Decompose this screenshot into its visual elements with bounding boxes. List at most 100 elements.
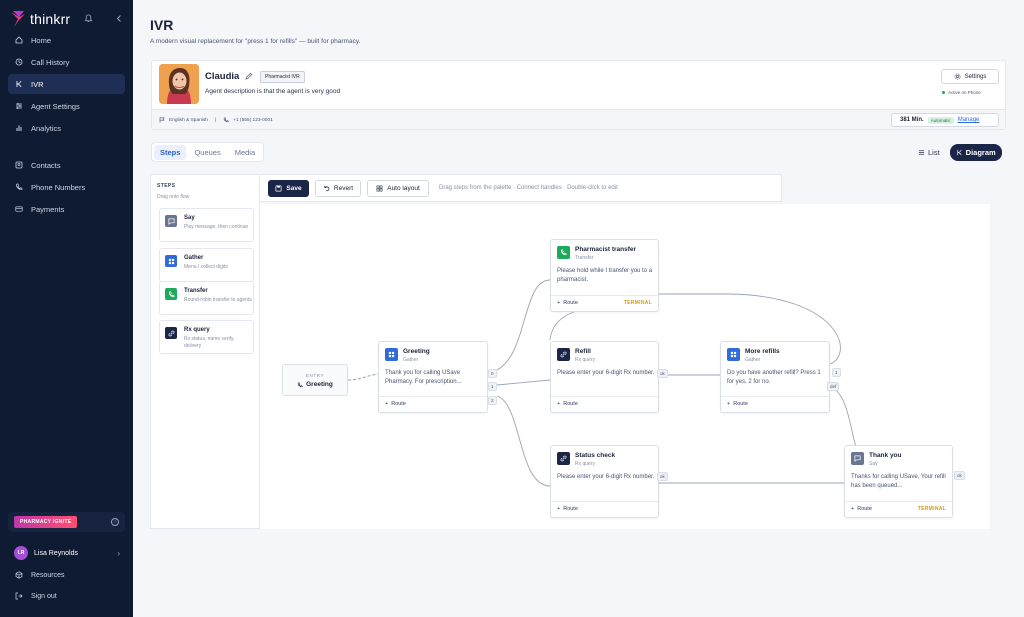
save-button[interactable]: Save	[268, 180, 309, 197]
node-greeting[interactable]: Greeting Gather Thank you for calling USa…	[378, 341, 488, 413]
node-body: Thank you for calling USave Pharmacy. Fo…	[385, 370, 462, 385]
node-pharmacist-transfer[interactable]: Pharmacist transfer Transfer Please hold …	[550, 239, 659, 312]
node-thank-you[interactable]: Thank you Say Thanks for calling USave. Y…	[844, 445, 953, 518]
tab-media[interactable]: Media	[229, 145, 261, 160]
ivr-branch-icon	[16, 80, 22, 88]
node-more-refills[interactable]: More refills Gather Do you have another r…	[720, 341, 830, 413]
diagram-icon	[957, 149, 962, 156]
sidebar-item-contacts[interactable]: Contacts	[8, 155, 125, 175]
flow-editor: Save Revert Auto layout Drag steps from …	[260, 174, 990, 529]
palette-item-rx-query[interactable]: Rx query Rx status, name verify, deliver…	[159, 320, 254, 354]
sidebar-item-home[interactable]: Home	[8, 30, 125, 50]
entry-node[interactable]: ENTRY Greeting	[282, 364, 348, 396]
connection-greeting-pharmacist	[496, 279, 551, 371]
port-handle[interactable]: 0	[488, 369, 497, 378]
sidebar-item-analytics[interactable]: Analytics	[8, 118, 125, 138]
port-handle[interactable]: 1	[488, 382, 497, 391]
node-title: More refills	[745, 348, 780, 355]
collapse-chevron-icon[interactable]	[115, 14, 123, 23]
speech-bubble-icon	[165, 215, 177, 227]
port-handle[interactable]: 1	[832, 368, 841, 377]
sidebar-item-label: Contacts	[31, 160, 61, 170]
node-body: Please enter your 6-digit Rx number.	[557, 474, 655, 480]
sign-out-link[interactable]: Sign out	[15, 592, 57, 600]
palette-item-title: Transfer	[184, 288, 208, 294]
node-status-check[interactable]: Status check Rx query Please enter your 6…	[550, 445, 659, 518]
palette-item-gather[interactable]: Gather Menu / collect digits	[159, 248, 254, 282]
pharmacy-ignite-badge: PHARMACY IGNITE	[14, 516, 78, 528]
revert-button[interactable]: Revert	[315, 180, 361, 197]
palette-item-transfer[interactable]: Transfer Round-robin transfer to agents	[159, 281, 254, 315]
port-handle[interactable]: def	[827, 382, 840, 391]
steps-hint: Drag onto flow	[157, 194, 190, 200]
sidebar-item-ivr[interactable]: IVR	[8, 74, 125, 94]
agent-avatar	[159, 64, 199, 104]
agent-meta: English & Spanish | +1 (555) 123-0001	[159, 117, 273, 123]
port-handle[interactable]: 2	[488, 396, 497, 405]
user-menu[interactable]: LR Lisa Reynolds ›	[14, 546, 120, 560]
sliders-icon	[16, 103, 22, 109]
sidebar-item-label: Home	[31, 35, 52, 45]
route-label: Route	[733, 401, 748, 407]
agent-type-tag: Pharmacist IVR	[260, 71, 305, 83]
port-handle[interactable]: ok	[954, 471, 965, 480]
sidebar: thinkrr Home Call History IVR Agent Sett…	[0, 0, 133, 617]
keypad-icon	[165, 255, 177, 267]
route-button[interactable]: + Route	[727, 401, 748, 407]
flow-canvas[interactable]: ENTRY Greeting Greeting Gather Thank you …	[260, 204, 990, 529]
node-title: Refill	[575, 348, 591, 355]
resources-link[interactable]: Resources	[15, 571, 64, 579]
palette-item-title: Gather	[184, 255, 204, 261]
flag-icon	[159, 117, 165, 123]
manage-link[interactable]: Manage	[958, 117, 980, 123]
route-label: Route	[563, 506, 578, 512]
connection-greeting-status	[496, 395, 551, 487]
node-title: Greeting	[403, 348, 430, 355]
sidebar-item-call-history[interactable]: Call History	[8, 52, 125, 72]
palette-item-say[interactable]: Say Play message, then continue	[159, 208, 254, 242]
diagram-view-button[interactable]: Diagram	[949, 144, 1002, 161]
node-body: Do you have another refill? Press 1 for …	[727, 370, 821, 385]
node-body: Please enter your 6-digit Rx number.	[557, 370, 655, 376]
sidebar-item-agent-settings[interactable]: Agent Settings	[8, 96, 125, 116]
terminal-badge: TERMINAL	[917, 506, 946, 512]
tab-queues[interactable]: Queues	[188, 145, 226, 160]
brand[interactable]: thinkrr	[10, 10, 70, 28]
agent-status: Active on Phone	[942, 90, 981, 95]
agent-settings-button[interactable]: Settings	[941, 69, 999, 84]
save-icon	[275, 185, 282, 192]
info-icon[interactable]: i	[111, 518, 119, 526]
minutes-value: 381 Min.	[900, 117, 924, 123]
palette-item-title: Rx query	[184, 327, 210, 333]
history-icon	[15, 58, 23, 66]
sidebar-item-payments[interactable]: Payments	[8, 199, 125, 219]
home-icon	[15, 36, 23, 44]
pharmacy-ignite-banner[interactable]: PHARMACY IGNITE i	[8, 512, 125, 532]
port-handle[interactable]: ok	[657, 369, 668, 378]
sidebar-item-phone-numbers[interactable]: Phone Numbers	[8, 177, 125, 197]
agent-description: Agent description is that the agent is v…	[205, 88, 341, 95]
port-handle[interactable]: ok	[657, 472, 668, 481]
tab-steps[interactable]: Steps	[154, 144, 187, 160]
node-type: Gather	[403, 357, 419, 363]
route-button[interactable]: + Route	[557, 401, 578, 407]
auto-layout-button[interactable]: Auto layout	[367, 180, 429, 197]
node-refill[interactable]: Refill Rx query Please enter your 6-digit…	[550, 341, 659, 413]
keypad-icon	[385, 348, 398, 361]
avatar: LR	[14, 546, 28, 560]
route-button[interactable]: + Route	[557, 506, 578, 512]
user-name: Lisa Reynolds	[34, 549, 78, 557]
flow-toolbar: Save Revert Auto layout Drag steps from …	[260, 174, 782, 202]
list-view-button[interactable]: List	[912, 144, 946, 161]
undo-icon	[324, 185, 330, 192]
bell-icon[interactable]	[84, 14, 93, 23]
route-button[interactable]: + Route	[385, 401, 406, 407]
palette-item-desc: Menu / collect digits	[184, 264, 228, 270]
phone-transfer-icon	[165, 288, 177, 300]
phone-icon	[223, 117, 229, 123]
automatic-badge: Automatic	[927, 116, 954, 124]
route-button[interactable]: + Route	[557, 300, 578, 306]
route-button[interactable]: + Route	[851, 506, 872, 512]
pencil-icon[interactable]	[245, 72, 253, 80]
phone-transfer-icon	[557, 246, 570, 259]
